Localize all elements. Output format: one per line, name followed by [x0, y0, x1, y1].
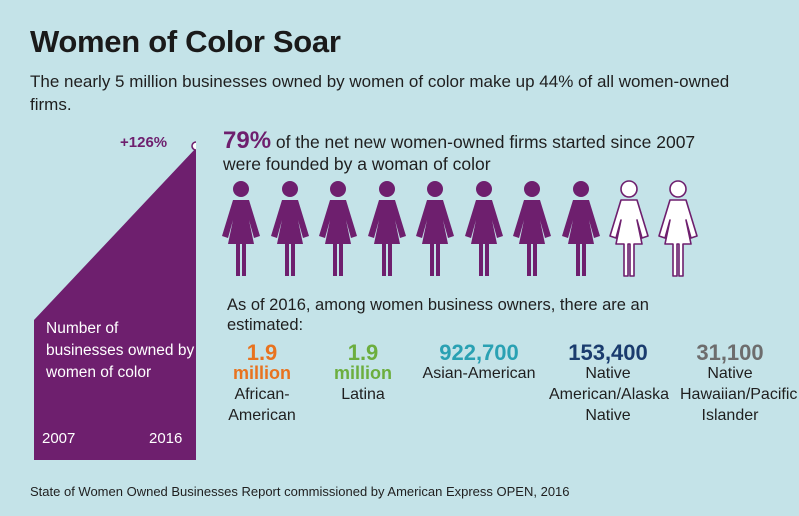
- stat-latina: 1.9 million Latina: [323, 342, 403, 405]
- headline-text: of the net new women-owned firms started…: [223, 132, 696, 174]
- stat-native-hawaiian: 31,100 Native Hawaiian/Pacific Islander: [680, 340, 798, 426]
- woman-filled-icon: [222, 181, 260, 276]
- stat-unit: million: [233, 363, 291, 383]
- growth-marker-icon: [191, 141, 196, 151]
- page-title: Women of Color Soar: [30, 24, 341, 59]
- year-start-label: 2007: [42, 430, 76, 447]
- woman-pictogram-row: [220, 180, 720, 280]
- stat-unit: million: [334, 363, 392, 383]
- breakdown-intro: As of 2016, among women business owners,…: [227, 296, 649, 334]
- source-footnote: State of Women Owned Businesses Report c…: [30, 484, 570, 499]
- stat-label: African-American: [228, 386, 296, 424]
- woman-filled-icon: [367, 181, 406, 276]
- stat-asian-american: 922,700 Asian-American: [418, 342, 540, 384]
- woman-filled-icon: [561, 181, 600, 276]
- stat-label: Native American/Alaska Native: [549, 365, 670, 424]
- stat-native-american: 153,400 Native American/Alaska Native: [549, 340, 670, 426]
- woman-outline-icon: [657, 180, 698, 277]
- headline: 79% of the net new women-owned firms sta…: [223, 127, 723, 175]
- stat-number: 153,400: [568, 340, 648, 365]
- stat-label: Native Hawaiian/Pacific Islander: [680, 365, 798, 424]
- headline-percent: 79%: [223, 127, 272, 154]
- stat-number: 31,100: [696, 340, 764, 365]
- stat-number: 1.9: [347, 340, 379, 365]
- woman-filled-icon: [270, 181, 309, 276]
- woman-filled-icon: [513, 181, 551, 276]
- subtitle: The nearly 5 million businesses owned by…: [30, 72, 730, 114]
- stat-number: 922,700: [439, 340, 519, 365]
- growth-percent-label: +126%: [120, 134, 168, 151]
- woman-outline-icon: [609, 180, 649, 277]
- woman-filled-icon: [416, 181, 454, 276]
- year-end-label: 2016: [149, 430, 183, 447]
- growth-wedge-shape: [34, 148, 196, 460]
- stat-label: Latina: [341, 386, 385, 403]
- growth-wedge: [34, 141, 196, 460]
- woman-filled-icon: [319, 181, 357, 276]
- stat-label: Asian-American: [422, 365, 536, 382]
- growth-caption: Number of businesses owned by women of c…: [46, 320, 195, 381]
- stat-african-american: 1.9 million African-American: [222, 342, 302, 426]
- stat-number: 1.9: [246, 340, 278, 365]
- woman-filled-icon: [464, 181, 503, 276]
